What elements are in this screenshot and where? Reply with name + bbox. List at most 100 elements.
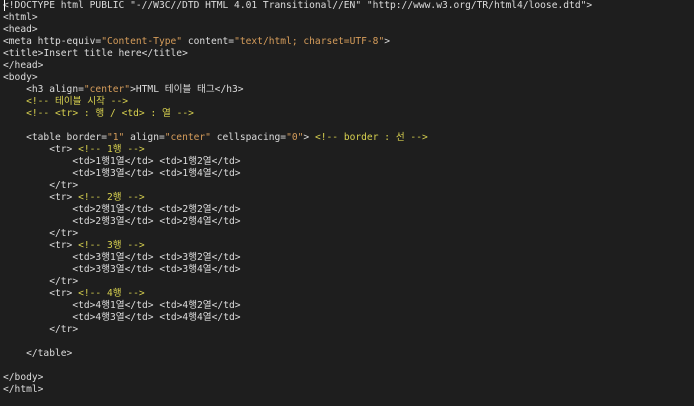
code-line[interactable]: <tr> <!-- 4행 -->	[3, 288, 694, 300]
code-string-token: "1"	[106, 132, 125, 143]
code-tag-token: </td>	[211, 252, 241, 263]
code-tag-token: </td>	[211, 300, 241, 311]
code-area[interactable]: <!DOCTYPE html PUBLIC "-//W3C//DTD HTML …	[0, 0, 694, 396]
code-tag-token: <td>	[159, 264, 183, 275]
code-tag-token: <td>	[72, 312, 96, 323]
code-line[interactable]: <!DOCTYPE html PUBLIC "-//W3C//DTD HTML …	[3, 0, 694, 12]
code-tag-token: <td>	[159, 300, 183, 311]
code-tag-token: <td>	[72, 300, 96, 311]
code-line[interactable]: <title>Insert title here</title>	[3, 48, 694, 60]
code-string-token: "Content-Type"	[101, 36, 183, 47]
code-line[interactable]: <tr> <!-- 3행 -->	[3, 240, 694, 252]
code-line[interactable]: <!-- <tr> : 행 / <td> : 열 -->	[3, 108, 694, 120]
code-line[interactable]: <td>3행3열</td> <td>3행4열</td>	[3, 264, 694, 276]
code-line[interactable]: <td>2행3열</td> <td>2행4열</td>	[3, 216, 694, 228]
code-tag-token: </td>	[124, 156, 154, 167]
code-tag-token: <td>	[72, 264, 96, 275]
code-text-token: Insert title here	[43, 48, 142, 59]
code-line[interactable]: <tr> <!-- 1행 -->	[3, 144, 694, 156]
code-text-token: 1행4열	[182, 168, 212, 179]
code-line[interactable]: <td>1행3열</td> <td>1행4열</td>	[3, 168, 694, 180]
code-tag-token: <td>	[159, 156, 183, 167]
code-tag-token: <!DOCTYPE html PUBLIC "-//W3C//DTD HTML …	[3, 0, 593, 11]
code-text-token: 3행2열	[182, 252, 212, 263]
code-tag-token: <tr>	[49, 288, 73, 299]
code-tag-token: </td>	[211, 156, 241, 167]
code-line[interactable]: <td>1행1열</td> <td>1행2열</td>	[3, 156, 694, 168]
code-line[interactable]: </head>	[3, 60, 694, 72]
code-tag-token: <tr>	[49, 192, 73, 203]
code-line[interactable]	[3, 120, 694, 132]
code-tag-token: </td>	[124, 312, 154, 323]
code-line[interactable]: <td>4행1열</td> <td>4행2열</td>	[3, 300, 694, 312]
code-line[interactable]: <h3 align="center">HTML 테이블 태그</h3>	[3, 84, 694, 96]
code-line[interactable]: <html>	[3, 12, 694, 24]
code-tag-token: <td>	[159, 252, 183, 263]
code-comment-token: <!-- <tr> : 행 / <td> : 열 -->	[26, 108, 194, 119]
code-tag-token: <td>	[159, 216, 183, 227]
code-line[interactable]	[3, 336, 694, 348]
code-line[interactable]: </table>	[3, 348, 694, 360]
code-editor[interactable]: <!DOCTYPE html PUBLIC "-//W3C//DTD HTML …	[0, 0, 694, 406]
code-tag-token: <body>	[3, 72, 38, 83]
code-tag-token: <td>	[72, 216, 96, 227]
code-line[interactable]: <head>	[3, 24, 694, 36]
code-tag-token: </tr>	[49, 276, 79, 287]
code-tag-token: <td>	[72, 204, 96, 215]
code-tag-token: </tr>	[49, 180, 79, 191]
code-line[interactable]: <tr> <!-- 2행 -->	[3, 192, 694, 204]
code-text-token: 3행1열	[95, 252, 125, 263]
code-line[interactable]: <td>4행3열</td> <td>4행4열</td>	[3, 312, 694, 324]
code-line[interactable]: </tr>	[3, 228, 694, 240]
code-tag-token: </td>	[211, 312, 241, 323]
code-text-token: 3행3열	[95, 264, 125, 275]
code-tag-token: </h3>	[214, 84, 244, 95]
code-tag-token: <tr>	[49, 240, 73, 251]
code-tag-token: </td>	[124, 264, 154, 275]
code-tag-token: </td>	[124, 300, 154, 311]
code-string-token: "0"	[286, 132, 304, 143]
code-line[interactable]: <body>	[3, 72, 694, 84]
code-tag-token: </td>	[124, 168, 154, 179]
code-line[interactable]: <td>3행1열</td> <td>3행2열</td>	[3, 252, 694, 264]
code-text-token: 2행3열	[95, 216, 125, 227]
code-tag-token: <h3 align=	[26, 84, 84, 95]
code-line[interactable]: <td>2행1열</td> <td>2행2열</td>	[3, 204, 694, 216]
code-comment-token: <!-- 2행 -->	[78, 192, 145, 203]
code-line[interactable]: </tr>	[3, 324, 694, 336]
code-tag-token: </table>	[26, 348, 73, 359]
code-line[interactable]: <meta http-equiv="Content-Type" content=…	[3, 36, 694, 48]
code-tag-token: </td>	[211, 216, 241, 227]
code-line[interactable]: </tr>	[3, 180, 694, 192]
code-line[interactable]: <table border="1" align="center" cellspa…	[3, 132, 694, 144]
code-tag-token: </td>	[124, 204, 154, 215]
code-line[interactable]: <!-- 테이블 시작 -->	[3, 96, 694, 108]
code-tag-token: </tr>	[49, 324, 79, 335]
code-tag-token: <meta http-equiv=	[3, 36, 102, 47]
code-text-token: 4행1열	[95, 300, 125, 311]
code-comment-token: <!-- 4행 -->	[78, 288, 145, 299]
code-line[interactable]	[3, 360, 694, 372]
code-line[interactable]: </tr>	[3, 276, 694, 288]
code-tag-token: <title>	[3, 48, 44, 59]
code-tag-token: </title>	[141, 48, 188, 59]
code-comment-token: <!-- 1행 -->	[78, 144, 145, 155]
code-tag-token: >	[384, 36, 391, 47]
code-text-token: 3행4열	[182, 264, 212, 275]
code-tag-token: </td>	[211, 204, 241, 215]
code-line[interactable]: </html>	[3, 384, 694, 396]
code-tag-token: <table border=	[26, 132, 107, 143]
code-comment-token: <!-- border : 선 -->	[314, 132, 428, 143]
code-line[interactable]: </body>	[3, 372, 694, 384]
